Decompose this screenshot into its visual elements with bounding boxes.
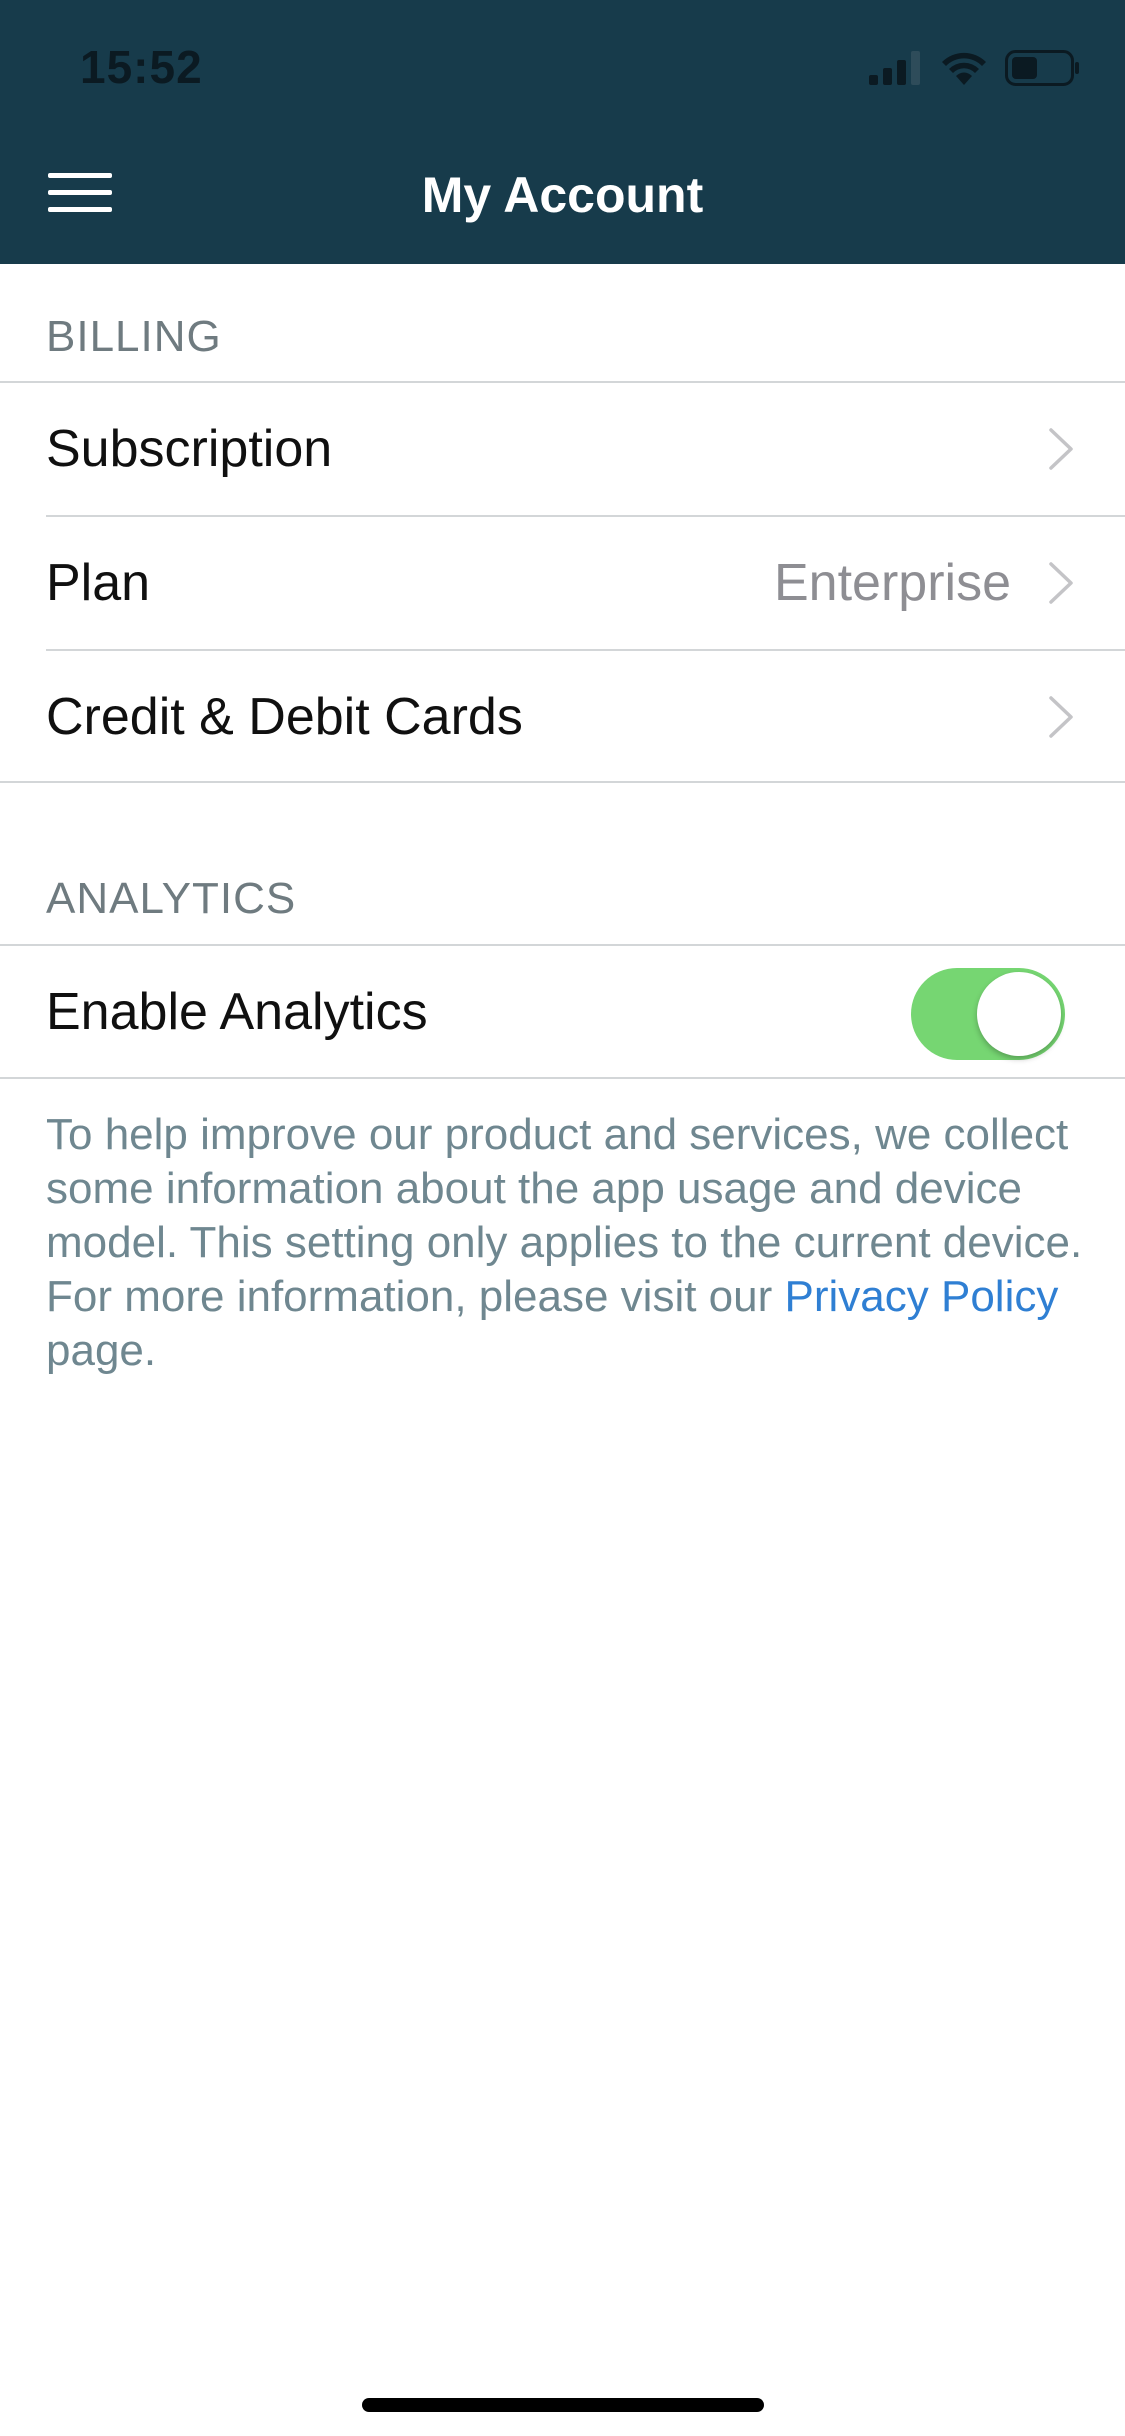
row-label: Credit & Debit Cards: [46, 688, 523, 746]
status-time: 15:52: [80, 41, 203, 93]
chevron-right-icon: [1049, 428, 1073, 470]
navigation-bar: 15:52 My Account: [0, 0, 1125, 264]
my-account-screen: 15:52 My Account BILLING Subscription Pl…: [0, 0, 1125, 2436]
cellular-signal-icon: [869, 51, 920, 85]
privacy-policy-link[interactable]: Privacy Policy: [785, 1272, 1059, 1321]
home-indicator[interactable]: [362, 2398, 764, 2412]
battery-icon: [1005, 50, 1079, 86]
more-info-suffix: page.: [46, 1326, 157, 1375]
plan-value: Enterprise: [774, 554, 1011, 612]
row-plan[interactable]: Plan Enterprise: [0, 517, 1125, 649]
divider: [0, 781, 1125, 783]
wifi-icon: [942, 52, 986, 85]
row-enable-analytics: Enable Analytics: [0, 946, 1125, 1078]
section-header-analytics: ANALYTICS: [46, 874, 297, 923]
chevron-right-icon: [1049, 562, 1073, 604]
more-info-text: For more information, please visit our P…: [46, 1270, 1086, 1378]
row-label: Enable Analytics: [46, 983, 428, 1041]
chevron-right-icon: [1049, 696, 1073, 738]
divider: [0, 1077, 1125, 1079]
toggle-knob: [977, 972, 1061, 1056]
section-header-billing: BILLING: [46, 312, 222, 361]
row-label: Subscription: [46, 420, 333, 478]
row-subscription[interactable]: Subscription: [0, 383, 1125, 515]
status-icons: [869, 46, 1081, 90]
row-label: Plan: [46, 554, 151, 612]
description-text: To help improve our product and services…: [46, 1110, 1083, 1267]
page-title: My Account: [421, 167, 704, 223]
analytics-description: To help improve our product and services…: [46, 1108, 1086, 1378]
more-info-prefix: For more information, please visit our: [46, 1272, 785, 1321]
analytics-toggle[interactable]: [911, 968, 1065, 1060]
row-credit-debit-cards[interactable]: Credit & Debit Cards: [0, 651, 1125, 783]
